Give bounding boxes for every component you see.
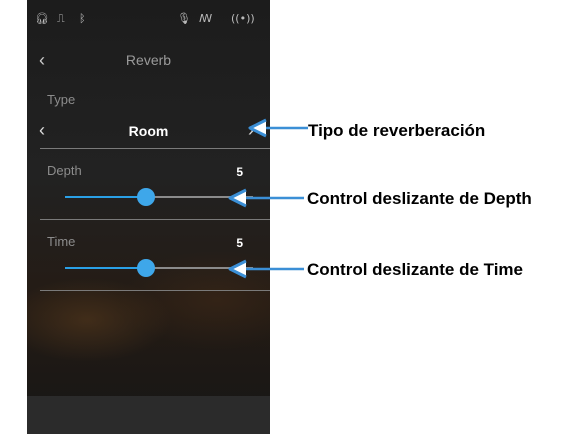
time-value: 5 (236, 236, 243, 250)
depth-label: Depth (47, 163, 82, 178)
callout-depth: Control deslizante de Depth (307, 189, 532, 208)
divider (40, 290, 270, 291)
depth-slider-thumb[interactable] (137, 188, 155, 206)
device-screen: 🎧︎ ⎍ ᛒ 🎙︎ ꟿ ((•)) ‹ Reverb Type ‹ Room ›… (27, 0, 270, 434)
waveform-icon: ꟿ (199, 12, 213, 25)
type-selector[interactable]: ‹ Room › (27, 118, 270, 144)
divider (40, 219, 270, 220)
headphones-icon: 🎧︎ (35, 12, 49, 25)
bottom-bar (27, 396, 270, 434)
wireless-icon: ((•)) (231, 12, 255, 25)
time-label: Time (47, 234, 76, 249)
page-title: Reverb (125, 52, 172, 68)
type-label: Type (47, 92, 76, 107)
depth-value: 5 (236, 165, 243, 179)
divider (40, 148, 270, 149)
bluetooth-icon: ᛒ (79, 12, 86, 25)
callout-arrow-time (228, 259, 304, 279)
microphone-icon: 🎙︎ (177, 12, 191, 25)
nav-bar: ‹ Reverb (27, 48, 270, 74)
callout-time: Control deslizante de Time (307, 260, 524, 279)
time-slider-thumb[interactable] (137, 259, 155, 277)
type-value: Room (128, 123, 169, 139)
callout-arrow-depth (228, 188, 304, 208)
callout-type: Tipo de reverberación (308, 121, 486, 140)
depth-slider-fill (65, 196, 146, 198)
time-slider-fill (65, 267, 146, 269)
usb-icon: ⎍ (57, 12, 65, 25)
status-bar: 🎧︎ ⎍ ᛒ 🎙︎ ꟿ ((•)) (27, 0, 270, 40)
callout-arrow-type (248, 118, 308, 138)
